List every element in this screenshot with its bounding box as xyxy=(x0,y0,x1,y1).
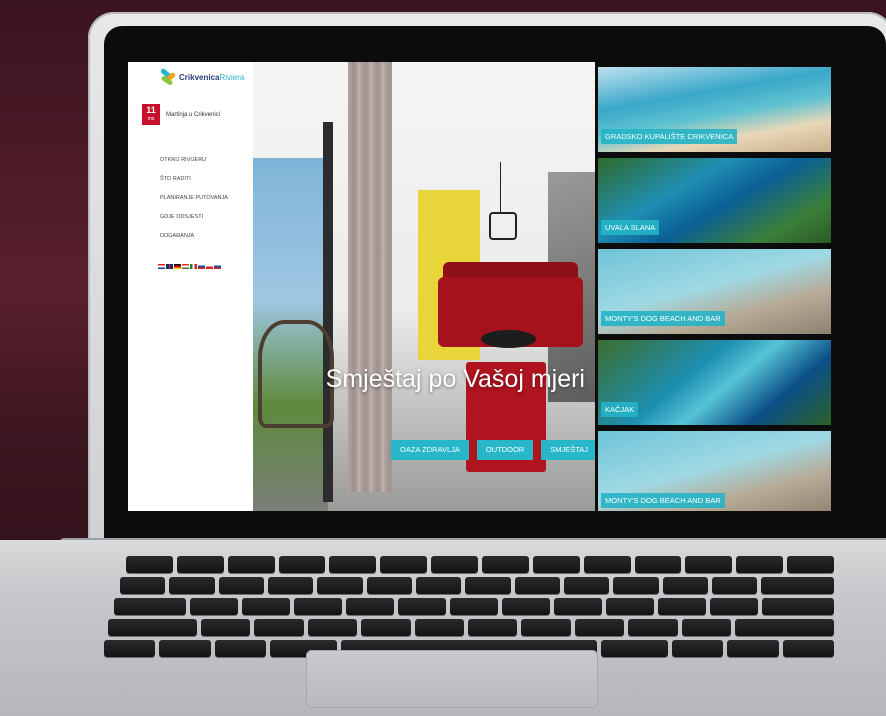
tile-label: MONTY'S DOG BEACH AND BAR xyxy=(601,311,725,326)
flag-it-icon[interactable] xyxy=(190,264,197,269)
nav-item-sto-raditi[interactable]: ŠTO RADITI xyxy=(160,175,228,194)
sidebar: CrikvenicaRiviera 11 ms Martinja u Crikv… xyxy=(128,62,253,511)
coffee-table xyxy=(481,330,536,348)
tile-label: KAČJAK xyxy=(601,402,639,417)
temperature-badge: 11 ms xyxy=(142,104,160,125)
nav-item-dogadanja[interactable]: DOGAĐANJA xyxy=(160,232,228,251)
main-nav: OTKRIJ RIVIJERU ŠTO RADITI PLANIRANJE PU… xyxy=(160,156,228,251)
logo-icon xyxy=(159,67,177,86)
nav-item-otkrij[interactable]: OTKRIJ RIVIJERU xyxy=(160,156,228,175)
flag-en-icon[interactable] xyxy=(166,264,173,269)
tile-kacjak[interactable]: KAČJAK xyxy=(598,340,831,425)
oaza-zdravlja-button[interactable]: OAZA ZDRAVLJA xyxy=(391,440,469,460)
logo-brand: Crikvenica xyxy=(179,72,220,82)
laptop-trackpad xyxy=(306,650,598,708)
flag-hu-icon[interactable] xyxy=(182,264,189,269)
outdoor-button[interactable]: OUTDOOR xyxy=(476,440,534,460)
curtain xyxy=(348,62,392,492)
hero-banner: Smještaj po Vašoj mjeri OAZA ZDRAVLJA OU… xyxy=(253,62,595,511)
hero-title: Smještaj po Vašoj mjeri xyxy=(325,365,585,393)
tile-gradsko-kupaliste[interactable]: GRADSKO KUPALIŠTE CRIKVENICA xyxy=(598,67,831,152)
laptop-keyboard xyxy=(104,556,835,657)
flag-de-icon[interactable] xyxy=(174,264,181,269)
smjestaj-button[interactable]: SMJEŠTAJ xyxy=(541,440,595,460)
weather-widget: 11 ms Martinja u Crikvenici xyxy=(142,104,220,125)
nav-item-planiranje[interactable]: PLANIRANJE PUTOVANJA xyxy=(160,194,228,213)
hero-buttons: OAZA ZDRAVLJA OUTDOOR SMJEŠTAJ xyxy=(391,440,595,460)
tile-montys-dog-beach-2[interactable]: MONTY'S DOG BEACH AND BAR xyxy=(598,431,831,511)
tile-label: MONTY'S DOG BEACH AND BAR xyxy=(601,493,725,508)
pendant-lamp xyxy=(489,212,517,240)
flag-si-icon[interactable] xyxy=(198,264,205,269)
weather-location: Martinja u Crikvenici xyxy=(166,111,221,118)
flag-hr-icon[interactable] xyxy=(158,264,165,269)
site-logo[interactable]: CrikvenicaRiviera xyxy=(159,67,244,86)
logo-sub: Riviera xyxy=(219,72,245,82)
logo-text: CrikvenicaRiviera xyxy=(179,73,244,82)
tile-montys-dog-beach-1[interactable]: MONTY'S DOG BEACH AND BAR xyxy=(598,249,831,334)
temperature-unit: ms xyxy=(147,116,155,122)
tile-uvala-slana[interactable]: UVALA SLANA xyxy=(598,158,831,243)
window-frame xyxy=(323,122,333,502)
tile-label: GRADSKO KUPALIŠTE CRIKVENICA xyxy=(601,129,738,144)
featured-tiles: GRADSKO KUPALIŠTE CRIKVENICA UVALA SLANA… xyxy=(595,62,844,511)
flag-cz-icon[interactable] xyxy=(206,264,213,269)
nav-item-gdje-odsjesti[interactable]: GDJE ODSJESTI xyxy=(160,213,228,232)
website-screen: CrikvenicaRiviera 11 ms Martinja u Crikv… xyxy=(128,62,844,511)
language-switcher xyxy=(158,264,221,269)
lamp-cord xyxy=(500,162,501,212)
tile-label: UVALA SLANA xyxy=(601,220,660,235)
temperature-value: 11 xyxy=(146,105,156,115)
flag-sk-icon[interactable] xyxy=(214,264,221,269)
